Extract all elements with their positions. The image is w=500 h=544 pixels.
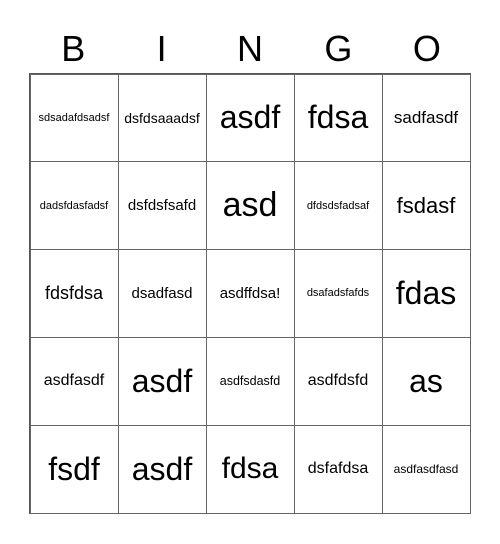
bingo-grid: sdsadafdsadsf dsfdsaaadsf asdf fdsa sadfasdf… (29, 73, 471, 514)
bingo-cell: asdf (205, 73, 295, 163)
bingo-cell: dsfdsfsafd (117, 161, 207, 251)
bingo-cell: asdfasdfasd (381, 424, 471, 514)
bingo-cell: fdsfdsa (29, 249, 119, 338)
bingo-cell: fsdasf (381, 161, 471, 251)
bingo-cell: dfdsdsfadsaf (293, 161, 383, 251)
bingo-header: B I N G O (29, 26, 471, 72)
bingo-cell: asdfdsfd (293, 336, 383, 426)
header-letter-g: G (324, 28, 353, 69)
bingo-cell: dadsfdasfadsf (29, 161, 119, 251)
bingo-cell: asdffdsa! (205, 249, 295, 338)
bingo-cell: fdas (381, 249, 471, 338)
bingo-cell: dsfdsaaadsf (117, 73, 207, 163)
bingo-cell: sadfasdf (381, 73, 471, 163)
header-letter-b: B (61, 28, 86, 69)
bingo-cell: dsfafdsa (293, 424, 383, 514)
header-letter-i: I (156, 28, 167, 69)
bingo-cell: fdsa (293, 73, 383, 163)
bingo-cell: as (381, 336, 471, 426)
bingo-cell: fsdf (29, 424, 119, 514)
bingo-cell: dsadfasd (117, 249, 207, 338)
bingo-cell: asdfasdf (29, 336, 119, 426)
bingo-cell: dsafadsfafds (293, 249, 383, 338)
bingo-cell: asdfsdasfd (205, 336, 295, 426)
bingo-cell: sdsadafdsadsf (29, 73, 119, 163)
bingo-cell: asdf (117, 424, 207, 514)
bingo-cell: fdsa (205, 424, 295, 514)
header-letter-n: N (237, 28, 264, 69)
header-letter-o: O (412, 28, 441, 69)
bingo-cell: asdf (117, 336, 207, 426)
bingo-cell: asd (205, 161, 295, 251)
